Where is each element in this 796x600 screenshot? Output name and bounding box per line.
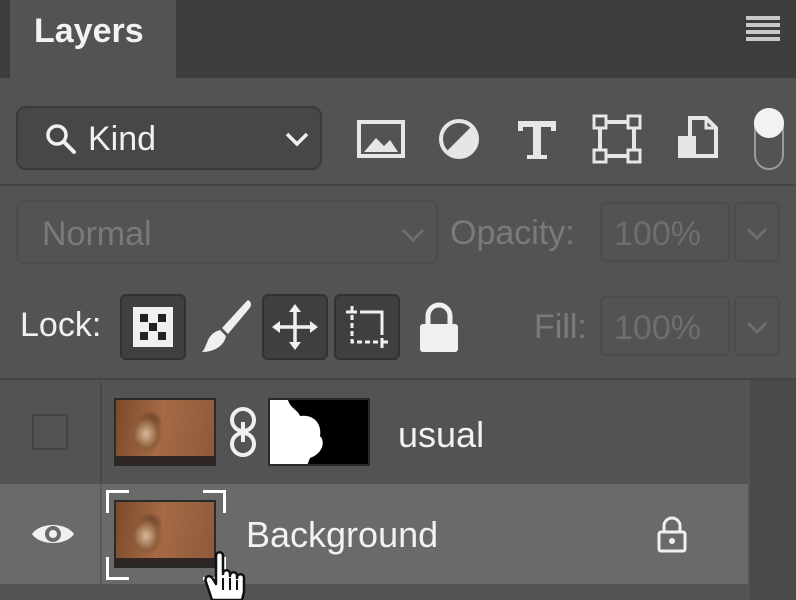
artboard-icon <box>346 306 388 348</box>
layer-row-background[interactable]: Background <box>0 484 748 584</box>
smart-object-filter-icon[interactable] <box>670 112 724 166</box>
layer-thumbnail[interactable] <box>114 398 216 466</box>
layer-name: Background <box>246 514 439 555</box>
tab-layers[interactable]: Layers <box>10 0 176 78</box>
checkerboard-icon <box>133 307 173 347</box>
filter-kind-dropdown[interactable]: Kind <box>16 106 322 170</box>
lock-image-pixels-brush-icon[interactable] <box>194 294 260 360</box>
lock-position-button[interactable] <box>262 294 328 360</box>
opacity-label: Opacity: <box>450 214 575 252</box>
blend-mode-value: Normal <box>42 215 152 253</box>
mask-shape <box>270 400 323 464</box>
link-chain-icon[interactable] <box>226 406 260 458</box>
opacity-dropdown-button[interactable] <box>734 202 780 262</box>
hamburger-menu-icon[interactable] <box>746 16 780 42</box>
scrollbar-track[interactable] <box>750 380 796 600</box>
fill-value: 100% <box>614 309 701 347</box>
divider <box>0 184 796 186</box>
lock-artboard-button[interactable] <box>334 294 400 360</box>
adjustment-filter-icon[interactable] <box>432 112 486 166</box>
layer-name: usual <box>398 414 485 455</box>
opacity-input[interactable]: 100% <box>600 202 730 262</box>
fill-label: Fill: <box>534 308 587 346</box>
opacity-value: 100% <box>614 215 701 253</box>
fill-input[interactable]: 100% <box>600 296 730 356</box>
blend-mode-dropdown[interactable]: Normal <box>16 200 438 264</box>
move-arrows-icon <box>272 304 318 350</box>
filter-kind-label: Kind <box>88 120 157 158</box>
chevron-down-icon <box>285 132 309 147</box>
eye-icon[interactable] <box>30 514 76 554</box>
layer-lock-icon <box>657 516 687 553</box>
search-icon <box>46 124 76 154</box>
chevron-down-icon <box>401 228 425 243</box>
lock-label: Lock: <box>20 306 102 344</box>
toggle-knob <box>754 108 784 138</box>
layer-mask-thumbnail[interactable] <box>268 398 370 466</box>
image-filter-icon[interactable] <box>354 112 408 166</box>
lock-transparent-pixels-button[interactable] <box>120 294 186 360</box>
visibility-column <box>0 484 102 584</box>
fill-dropdown-button[interactable] <box>734 296 780 356</box>
lock-all-icon[interactable] <box>406 294 472 360</box>
layer-row-usual[interactable]: usual <box>0 382 748 482</box>
chevron-down-icon <box>746 227 768 241</box>
visibility-column <box>0 382 102 482</box>
shape-filter-icon[interactable] <box>590 112 644 166</box>
hand-cursor-icon <box>204 551 246 600</box>
filter-toggle-switch[interactable] <box>754 108 784 170</box>
visibility-toggle-off[interactable] <box>32 414 68 450</box>
chevron-down-icon <box>746 321 768 335</box>
type-filter-icon[interactable] <box>510 112 564 166</box>
